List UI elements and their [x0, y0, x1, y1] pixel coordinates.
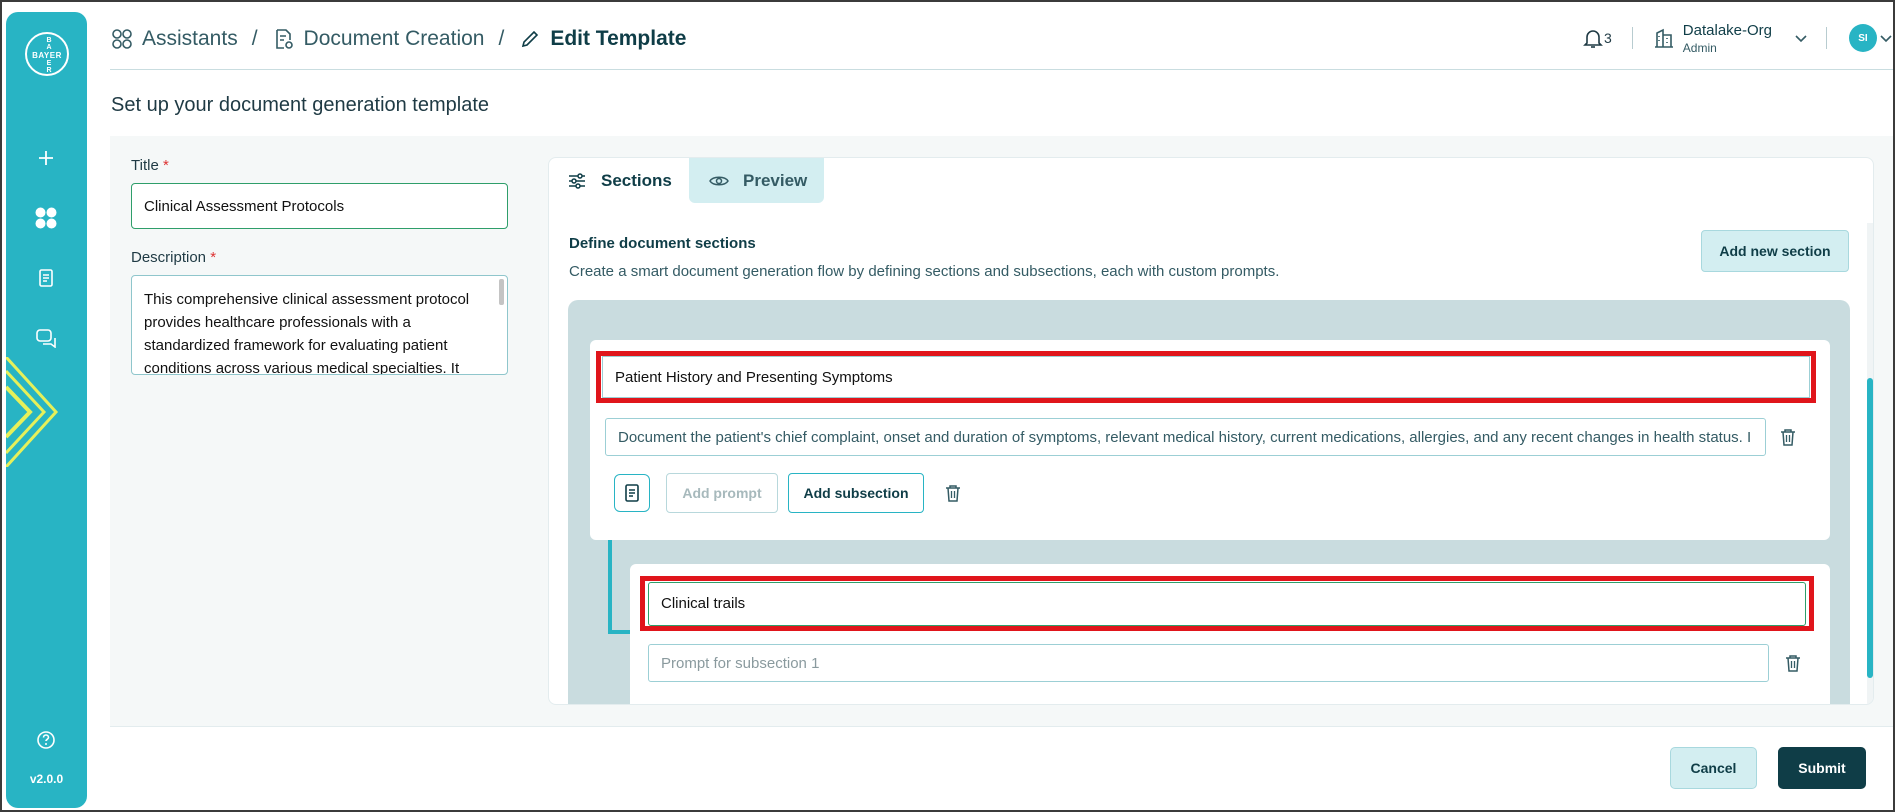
section-prompt-input[interactable]: Document the patient's chief complaint, …	[605, 418, 1766, 456]
sections-panel: Sections Preview Define document section…	[548, 157, 1874, 705]
title-input[interactable]: Clinical Assessment Protocols	[131, 183, 508, 229]
trash-icon[interactable]	[1779, 427, 1797, 447]
eye-icon	[709, 174, 729, 188]
highlight-box	[596, 351, 1816, 403]
section-card: Patient History and Presenting Symptoms …	[590, 340, 1830, 540]
sliders-icon	[567, 172, 587, 190]
header-actions: 3 Datalake-Org Admin SI	[1582, 18, 1893, 58]
subsection-card: Clinical trails Prompt for subsection 1	[630, 564, 1830, 704]
help-icon[interactable]	[33, 727, 59, 753]
title-label: Title *	[131, 157, 169, 174]
org-role: Admin	[1682, 40, 1717, 55]
add-new-section-button[interactable]: Add new section	[1701, 230, 1849, 272]
tab-preview[interactable]: Preview	[689, 158, 824, 203]
notification-count: 3	[1604, 30, 1612, 46]
description-scrollbar[interactable]	[499, 279, 504, 305]
chat-icon[interactable]	[33, 325, 59, 351]
org-name: Datalake-Org	[1682, 21, 1772, 39]
breadcrumb-edit-template: Edit Template	[550, 27, 687, 50]
breadcrumb-document-creation[interactable]: Document Creation	[304, 27, 485, 51]
assistants-grid-icon	[110, 27, 134, 51]
tab-preview-label: Preview	[743, 170, 808, 190]
decorative-chevron-icon	[6, 357, 59, 467]
tab-sections[interactable]: Sections	[567, 158, 672, 203]
description-textarea[interactable]: This comprehensive clinical assessment p…	[131, 275, 508, 375]
app-window: BAYER B A E R v2.0.0 Assistants / Docume…	[0, 0, 1895, 812]
breadcrumb: Assistants / Document Creation / Edit Te…	[110, 24, 686, 54]
submit-button[interactable]: Submit	[1778, 747, 1866, 789]
cancel-button[interactable]: Cancel	[1670, 747, 1757, 789]
chevron-down-icon[interactable]	[1879, 33, 1893, 43]
page-title: Set up your document generation template	[111, 94, 490, 116]
bayer-logo[interactable]: BAYER B A E R	[25, 32, 69, 76]
add-prompt-button[interactable]: Add prompt	[666, 473, 778, 513]
trash-icon[interactable]	[1784, 653, 1802, 673]
section-document-button[interactable]	[614, 474, 650, 512]
header-divider	[1826, 27, 1827, 49]
pencil-icon	[518, 27, 542, 51]
plus-icon[interactable]	[33, 145, 59, 171]
document-settings-icon	[272, 27, 296, 51]
bell-icon	[1583, 30, 1603, 48]
chevron-down-icon	[1795, 35, 1807, 43]
breadcrumb-separator: /	[498, 27, 505, 50]
header-divider	[1631, 27, 1633, 49]
building-icon	[1654, 28, 1673, 48]
org-switcher[interactable]: Datalake-Org Admin	[1653, 22, 1808, 55]
sidebar: BAYER B A E R v2.0.0	[6, 12, 87, 808]
top-header: Assistants / Document Creation / Edit Te…	[110, 2, 1893, 70]
description-label: Description *	[131, 249, 217, 266]
subsection-prompt-input[interactable]: Prompt for subsection 1	[648, 644, 1769, 682]
panel-scrollbar[interactable]	[1867, 223, 1873, 704]
notifications[interactable]: 3	[1582, 27, 1612, 49]
trash-icon[interactable]	[944, 483, 962, 503]
description-text: This comprehensive clinical assessment p…	[144, 291, 470, 375]
add-subsection-button[interactable]: Add subsection	[788, 473, 924, 513]
app-version: v2.0.0	[29, 772, 64, 786]
sections-description: Create a smart document generation flow …	[569, 263, 1280, 280]
logo-text-vertical: B A E R	[46, 37, 52, 74]
document-icon[interactable]	[33, 265, 59, 291]
breadcrumb-assistants[interactable]: Assistants	[142, 27, 238, 51]
grid-icon[interactable]	[33, 205, 59, 231]
sections-list: Patient History and Presenting Symptoms …	[568, 300, 1850, 704]
scrollbar-thumb[interactable]	[1867, 378, 1873, 678]
avatar[interactable]: SI	[1849, 24, 1877, 52]
highlight-box	[640, 576, 1814, 631]
document-icon	[625, 484, 639, 502]
breadcrumb-separator: /	[251, 27, 258, 50]
sections-heading: Define document sections	[569, 235, 756, 252]
tab-sections-label: Sections	[601, 170, 672, 190]
footer-divider	[110, 726, 1893, 727]
subsection-connector	[608, 540, 632, 634]
